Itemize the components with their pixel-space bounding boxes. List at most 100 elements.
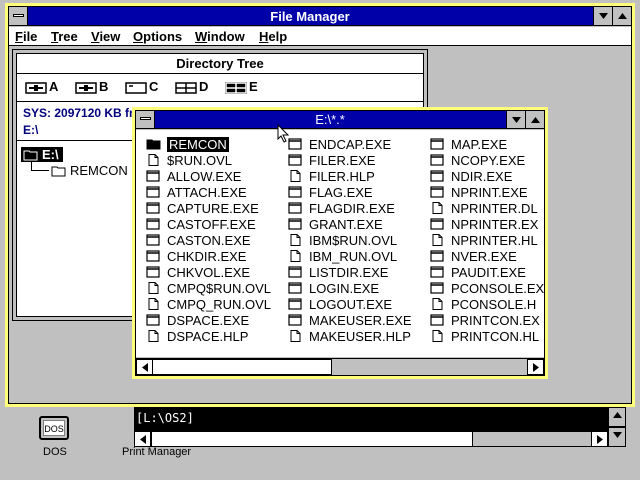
maximize-icon[interactable]	[612, 7, 631, 25]
minimize-icon[interactable]	[506, 111, 525, 128]
file-item[interactable]: LOGIN.EXE	[288, 281, 412, 297]
program-file-icon	[288, 202, 302, 214]
drive-b[interactable]: B	[75, 80, 108, 94]
scroll-right-icon[interactable]	[591, 431, 608, 447]
document-file-icon	[430, 234, 444, 246]
file-item[interactable]: CMPQ_RUN.OVL	[146, 297, 271, 313]
file-item[interactable]: CAPTURE.EXE	[146, 201, 271, 217]
file-item[interactable]: CHKDIR.EXE	[146, 249, 271, 265]
dos-icon-label[interactable]: DOS	[43, 446, 67, 458]
menu-file[interactable]: File	[15, 29, 37, 44]
file-item[interactable]: NPRINTER.DL	[430, 201, 544, 217]
network-drive-icon	[225, 81, 247, 94]
folder-icon	[146, 138, 161, 150]
tree-item-remcon[interactable]: REMCON	[51, 163, 128, 178]
file-name: REMCON	[167, 137, 229, 152]
scroll-left-icon[interactable]	[136, 359, 153, 375]
file-item[interactable]: NCOPY.EXE	[430, 153, 544, 169]
os2-command-window[interactable]: [L:\OS2]	[134, 407, 634, 447]
file-item[interactable]: PRINTCON.HL	[430, 329, 544, 345]
menu-options[interactable]: Options	[133, 29, 182, 44]
file-name: ALLOW.EXE	[167, 169, 242, 184]
folder-icon	[51, 166, 66, 177]
file-item[interactable]: CMPQ$RUN.OVL	[146, 281, 271, 297]
scroll-down-icon[interactable]	[608, 427, 626, 447]
vertical-scrollbar[interactable]	[608, 407, 626, 447]
program-file-icon	[146, 234, 160, 246]
system-menu-icon[interactable]	[136, 111, 155, 128]
file-list-window[interactable]: E:\*.* REMCON $RUN.OVL ALLOW.EXE ATTACH.EXE…	[132, 107, 548, 379]
system-menu-icon[interactable]	[9, 7, 28, 25]
file-list-titlebar[interactable]: E:\*.*	[136, 111, 544, 129]
file-item[interactable]: REMCON	[146, 137, 271, 153]
file-item[interactable]: ATTACH.EXE	[146, 185, 271, 201]
file-item[interactable]: NPRINTER.HL	[430, 233, 544, 249]
menu-view[interactable]: View	[91, 29, 120, 44]
file-item[interactable]: DSPACE.EXE	[146, 313, 271, 329]
file-item[interactable]: CASTOFF.EXE	[146, 217, 271, 233]
file-name: MAKEUSER.EXE	[309, 313, 412, 328]
menu-window[interactable]: Window	[195, 29, 245, 44]
file-name: CMPQ$RUN.OVL	[167, 281, 272, 296]
print-manager-icon-label[interactable]: Print Manager	[122, 446, 191, 458]
file-item[interactable]: IBM_RUN.OVL	[288, 249, 412, 265]
file-item[interactable]: IBM$RUN.OVL	[288, 233, 412, 249]
menu-help[interactable]: Help	[259, 29, 287, 44]
file-item[interactable]: ALLOW.EXE	[146, 169, 271, 185]
file-name: DSPACE.HLP	[167, 329, 249, 344]
file-name: NPRINTER.HL	[451, 233, 538, 248]
file-item[interactable]: MAKEUSER.HLP	[288, 329, 412, 345]
file-item[interactable]: PRINTCON.EX	[430, 313, 544, 329]
maximize-icon[interactable]	[525, 111, 544, 128]
file-item[interactable]: PAUDIT.EXE	[430, 265, 544, 281]
file-item[interactable]: FILER.HLP	[288, 169, 412, 185]
file-item[interactable]: DSPACE.HLP	[146, 329, 271, 345]
file-name: PRINTCON.HL	[451, 329, 540, 344]
file-item[interactable]: PCONSOLE.H	[430, 297, 544, 313]
file-manager-titlebar[interactable]: File Manager	[9, 7, 631, 26]
dos-icon[interactable]: DOS	[39, 416, 69, 440]
file-item[interactable]: CHKVOL.EXE	[146, 265, 271, 281]
directory-tree-title[interactable]: Directory Tree	[17, 54, 423, 74]
file-name: NPRINTER.EX	[451, 217, 539, 232]
horizontal-scrollbar[interactable]	[136, 358, 544, 375]
file-item[interactable]: LOGOUT.EXE	[288, 297, 412, 313]
drive-e[interactable]: E	[225, 80, 258, 94]
file-item[interactable]: FLAGDIR.EXE	[288, 201, 412, 217]
file-item[interactable]: NPRINTER.EX	[430, 217, 544, 233]
scroll-thumb[interactable]	[152, 359, 332, 375]
file-item[interactable]: FILER.EXE	[288, 153, 412, 169]
scroll-left-icon[interactable]	[134, 431, 151, 447]
file-name: CAPTURE.EXE	[167, 201, 259, 216]
scroll-thumb[interactable]	[151, 431, 473, 447]
file-item[interactable]: CASTON.EXE	[146, 233, 271, 249]
drive-a[interactable]: A	[25, 80, 58, 94]
file-item[interactable]: NPRINT.EXE	[430, 185, 544, 201]
program-file-icon	[430, 282, 444, 294]
command-output[interactable]: [L:\OS2]	[134, 407, 608, 431]
file-name: IBM$RUN.OVL	[309, 233, 398, 248]
drive-c[interactable]: C	[125, 80, 158, 94]
document-file-icon	[288, 170, 302, 182]
file-item[interactable]: MAP.EXE	[430, 137, 544, 153]
scroll-up-icon[interactable]	[608, 407, 626, 427]
file-item[interactable]: GRANT.EXE	[288, 217, 412, 233]
tree-root-item[interactable]: E:\	[21, 147, 63, 162]
file-item[interactable]: $RUN.OVL	[146, 153, 271, 169]
minimize-icon[interactable]	[593, 7, 612, 25]
scroll-right-icon[interactable]	[527, 359, 544, 375]
horizontal-scrollbar[interactable]	[134, 431, 608, 447]
file-item[interactable]: MAKEUSER.EXE	[288, 313, 412, 329]
drive-d[interactable]: D	[175, 80, 208, 94]
file-item[interactable]: LISTDIR.EXE	[288, 265, 412, 281]
file-item[interactable]: FLAG.EXE	[288, 185, 412, 201]
file-item[interactable]: PCONSOLE.EX	[430, 281, 544, 297]
program-file-icon	[430, 250, 444, 262]
document-file-icon	[430, 202, 444, 214]
file-item[interactable]: NDIR.EXE	[430, 169, 544, 185]
file-item[interactable]: ENDCAP.EXE	[288, 137, 412, 153]
menu-tree[interactable]: Tree	[51, 29, 78, 44]
floppy-drive-icon	[75, 81, 97, 94]
document-file-icon	[146, 154, 160, 166]
file-item[interactable]: NVER.EXE	[430, 249, 544, 265]
